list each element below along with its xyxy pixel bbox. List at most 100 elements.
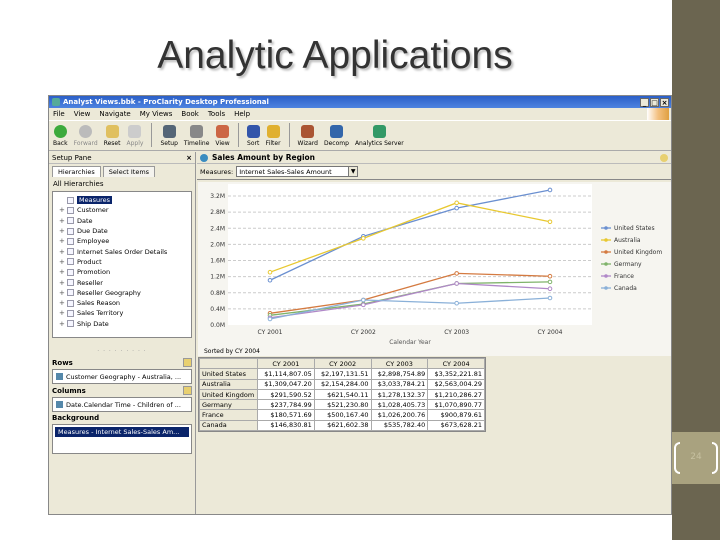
legend-entry[interactable]: Canada: [614, 285, 637, 292]
row-header[interactable]: Germany: [199, 399, 258, 411]
pin-icon[interactable]: [660, 153, 668, 162]
decomp-button[interactable]: Decomp: [324, 125, 349, 147]
data-point[interactable]: [547, 279, 553, 285]
reset-button[interactable]: Reset: [104, 125, 120, 147]
chevron-down-icon[interactable]: ▼: [348, 167, 358, 176]
data-point[interactable]: [454, 200, 459, 206]
tab-select-items[interactable]: Select Items: [102, 166, 156, 177]
expand-icon[interactable]: +: [59, 279, 67, 287]
expand-icon[interactable]: +: [59, 206, 67, 214]
tree-item[interactable]: + Reseller Geography: [55, 288, 189, 298]
column-header[interactable]: CY 2001: [257, 357, 315, 370]
expand-icon[interactable]: +: [59, 237, 67, 245]
data-point[interactable]: [361, 302, 366, 308]
menu-navigate[interactable]: Navigate: [99, 110, 130, 118]
sort-button[interactable]: Sort: [246, 125, 260, 147]
rows-options-icon[interactable]: [183, 358, 192, 367]
wizard-button[interactable]: Wizard: [298, 125, 318, 147]
data-point[interactable]: [267, 277, 273, 283]
row-header[interactable]: France: [199, 409, 258, 421]
data-point[interactable]: [547, 219, 553, 225]
data-point[interactable]: [454, 205, 459, 211]
expand-icon[interactable]: +: [59, 309, 67, 317]
rows-field[interactable]: Customer Geography - Australia, ...: [52, 369, 192, 384]
tree-item[interactable]: + Employee: [55, 236, 189, 246]
toolbar-label: Setup: [160, 140, 178, 147]
legend-entry[interactable]: United States: [614, 225, 655, 232]
analytics-server-button[interactable]: Analytics Server: [355, 125, 404, 147]
legend-entry[interactable]: Germany: [614, 261, 642, 268]
menu-view[interactable]: View: [74, 110, 91, 118]
menu-help[interactable]: Help: [234, 110, 250, 118]
data-point[interactable]: [454, 281, 459, 286]
pane-splitter[interactable]: · · · · · · · · ·: [49, 348, 195, 356]
tree-item[interactable]: + Due Date: [55, 226, 189, 236]
maximize-button[interactable]: □: [650, 97, 659, 107]
back-button[interactable]: Back: [53, 125, 68, 147]
row-header[interactable]: Australia: [199, 378, 258, 390]
tree-item[interactable]: + Product: [55, 257, 189, 267]
data-point[interactable]: [454, 271, 459, 276]
data-point[interactable]: [267, 269, 273, 275]
row-header[interactable]: Canada: [199, 419, 258, 432]
tree-item[interactable]: + Ship Date: [55, 319, 189, 329]
forward-button[interactable]: Forward: [74, 125, 98, 147]
expand-icon[interactable]: +: [59, 258, 67, 266]
timeline-button[interactable]: Timeline: [184, 125, 209, 147]
column-header[interactable]: CY 2003: [370, 357, 429, 370]
data-point[interactable]: [547, 187, 553, 193]
menu-book[interactable]: Book: [181, 110, 198, 118]
data-point[interactable]: [361, 236, 366, 241]
tree-item[interactable]: + Internet Sales Order Details: [55, 246, 189, 256]
expand-icon[interactable]: +: [59, 289, 67, 297]
data-point[interactable]: [547, 295, 553, 301]
expand-icon[interactable]: +: [59, 320, 67, 328]
tree-item[interactable]: + Sales Territory: [55, 308, 189, 318]
tree-item[interactable]: + Date: [55, 216, 189, 226]
data-point[interactable]: [361, 297, 366, 303]
expand-icon[interactable]: +: [59, 248, 67, 256]
tree-item[interactable]: Measures: [55, 195, 189, 205]
menu-file[interactable]: File: [53, 110, 65, 118]
apply-button[interactable]: Apply: [126, 125, 143, 147]
view-button[interactable]: View: [215, 125, 230, 147]
legend-entry[interactable]: Australia: [614, 237, 641, 244]
y-tick-label: 1.6M: [210, 258, 225, 265]
filter-button[interactable]: Filter: [266, 125, 281, 147]
data-point[interactable]: [547, 286, 553, 292]
hierarchy-icon: [67, 237, 74, 245]
legend-entry[interactable]: United Kingdom: [614, 249, 662, 256]
legend-entry[interactable]: France: [614, 273, 634, 280]
expand-icon[interactable]: +: [59, 268, 67, 276]
data-point[interactable]: [547, 273, 553, 279]
x-tick-label: CY 2003: [444, 329, 469, 336]
row-header[interactable]: United States: [199, 368, 258, 380]
columns-options-icon[interactable]: [183, 386, 192, 395]
menu-tools[interactable]: Tools: [208, 110, 225, 118]
column-header[interactable]: CY 2002: [313, 357, 372, 370]
background-field[interactable]: Measures - Internet Sales-Sales Am...: [52, 424, 192, 454]
minimize-button[interactable]: _: [640, 97, 649, 107]
measures-select[interactable]: Internet Sales-Sales Amount ▼: [236, 166, 359, 177]
data-point[interactable]: [454, 300, 459, 306]
tree-item-label: Date: [77, 216, 93, 225]
expand-icon[interactable]: +: [59, 227, 67, 235]
background-value[interactable]: Measures - Internet Sales-Sales Am...: [55, 427, 189, 437]
row-header[interactable]: United Kingdom: [199, 388, 258, 401]
close-button[interactable]: ×: [660, 97, 669, 107]
y-tick-label: 3.2M: [210, 193, 225, 200]
tree-item[interactable]: + Sales Reason: [55, 298, 189, 308]
tab-hierarchies[interactable]: Hierarchies: [52, 166, 101, 177]
menu-my-views[interactable]: My Views: [140, 110, 173, 118]
tree-item[interactable]: + Promotion: [55, 267, 189, 277]
tree-item[interactable]: + Customer: [55, 205, 189, 215]
data-point[interactable]: [267, 316, 273, 322]
column-header[interactable]: CY 2004: [427, 357, 485, 370]
setup-pane-close-icon[interactable]: ×: [186, 154, 192, 162]
expand-icon[interactable]: +: [59, 217, 67, 225]
tree-item[interactable]: + Reseller: [55, 277, 189, 287]
columns-field[interactable]: Date.Calendar Time - Children of ...: [52, 397, 192, 412]
setup-button[interactable]: Setup: [160, 125, 178, 147]
x-tick-label: CY 2002: [351, 329, 376, 336]
expand-icon[interactable]: +: [59, 299, 67, 307]
